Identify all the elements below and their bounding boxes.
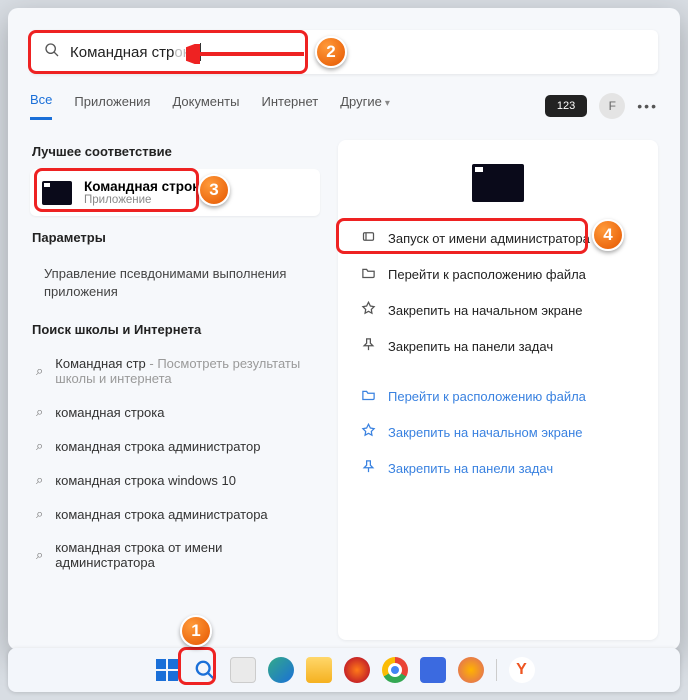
ctx-run-as-admin[interactable]: Запуск от имени администратора [354,220,642,256]
results-column: Лучшее соответствие Командная строка При… [30,140,320,640]
tab-more[interactable]: Другие▾ [340,94,390,119]
taskbar-app-icon[interactable] [458,657,484,683]
more-menu-button[interactable]: ••• [637,98,658,114]
notification-badge[interactable]: 123 [545,95,587,117]
ctx-pin-taskbar[interactable]: Закрепить на панели задач [354,328,642,364]
chevron-down-icon: ▾ [385,98,390,109]
suggestion-row[interactable]: ⌕ командная строка администратор [30,429,320,463]
web-heading: Поиск школы и Интернета [32,322,320,337]
folder-icon [360,387,376,405]
preview-pane: Запуск от имени администратора Перейти к… [338,140,658,640]
search-icon: ⌕ [36,472,43,488]
suggestion-row[interactable]: ⌕ Командная стр - Посмотреть результаты … [30,347,320,395]
search-icon: ⌕ [36,506,43,522]
search-icon: ⌕ [36,438,43,454]
search-icon: ⌕ [36,404,43,420]
suggestion-row[interactable]: ⌕ командная строка администратора [30,497,320,531]
search-flyout: Командная строка Все Приложения Документ… [8,8,680,650]
chrome-icon[interactable] [382,657,408,683]
params-heading: Параметры [32,230,320,245]
best-match-title: Командная строка [84,179,207,194]
pin-start-icon [360,301,376,319]
ctx-open-location-2[interactable]: Перейти к расположению файла [354,378,642,414]
search-icon: ⌕ [36,363,43,379]
search-icon: ⌕ [36,547,43,563]
pin-start-icon [360,423,376,441]
shield-icon [360,229,376,247]
best-match-result[interactable]: Командная строка Приложение [30,169,320,216]
taskbar-app-icon[interactable] [420,657,446,683]
taskbar-app-icon[interactable] [344,657,370,683]
param-item[interactable]: Управление псевдонимами выполнения прило… [30,255,320,310]
taskbar-app-icon[interactable] [268,657,294,683]
preview-app-icon [472,164,524,202]
taskbar: Y [8,648,680,692]
ctx-pin-start[interactable]: Закрепить на начальном экране [354,292,642,328]
folder-icon [360,265,376,283]
task-view-button[interactable] [230,657,256,683]
ctx-open-location[interactable]: Перейти к расположению файла [354,256,642,292]
start-button[interactable] [154,657,180,683]
taskbar-divider [496,659,497,681]
suggestion-row[interactable]: ⌕ командная строка [30,395,320,429]
best-match-heading: Лучшее соответствие [32,144,320,159]
tab-docs[interactable]: Документы [172,94,239,119]
suggestion-row[interactable]: ⌕ командная строка от имени администрато… [30,531,320,579]
pin-taskbar-icon [360,459,376,477]
ctx-pin-start-2[interactable]: Закрепить на начальном экране [354,414,642,450]
cmd-icon [42,181,72,205]
suggestion-row[interactable]: ⌕ командная строка windows 10 [30,463,320,497]
taskbar-search-button[interactable] [192,657,218,683]
file-explorer-icon[interactable] [306,657,332,683]
ctx-pin-taskbar-2[interactable]: Закрепить на панели задач [354,450,642,486]
tab-web[interactable]: Интернет [261,94,318,119]
best-match-subtitle: Приложение [84,194,207,206]
pin-taskbar-icon [360,337,376,355]
yandex-icon[interactable]: Y [509,657,535,683]
tab-apps[interactable]: Приложения [74,94,150,119]
search-box[interactable]: Командная строка [30,30,658,74]
user-avatar[interactable]: F [599,93,625,119]
filter-tabs: Все Приложения Документы Интернет Другие… [30,92,658,120]
tab-all[interactable]: Все [30,92,52,120]
